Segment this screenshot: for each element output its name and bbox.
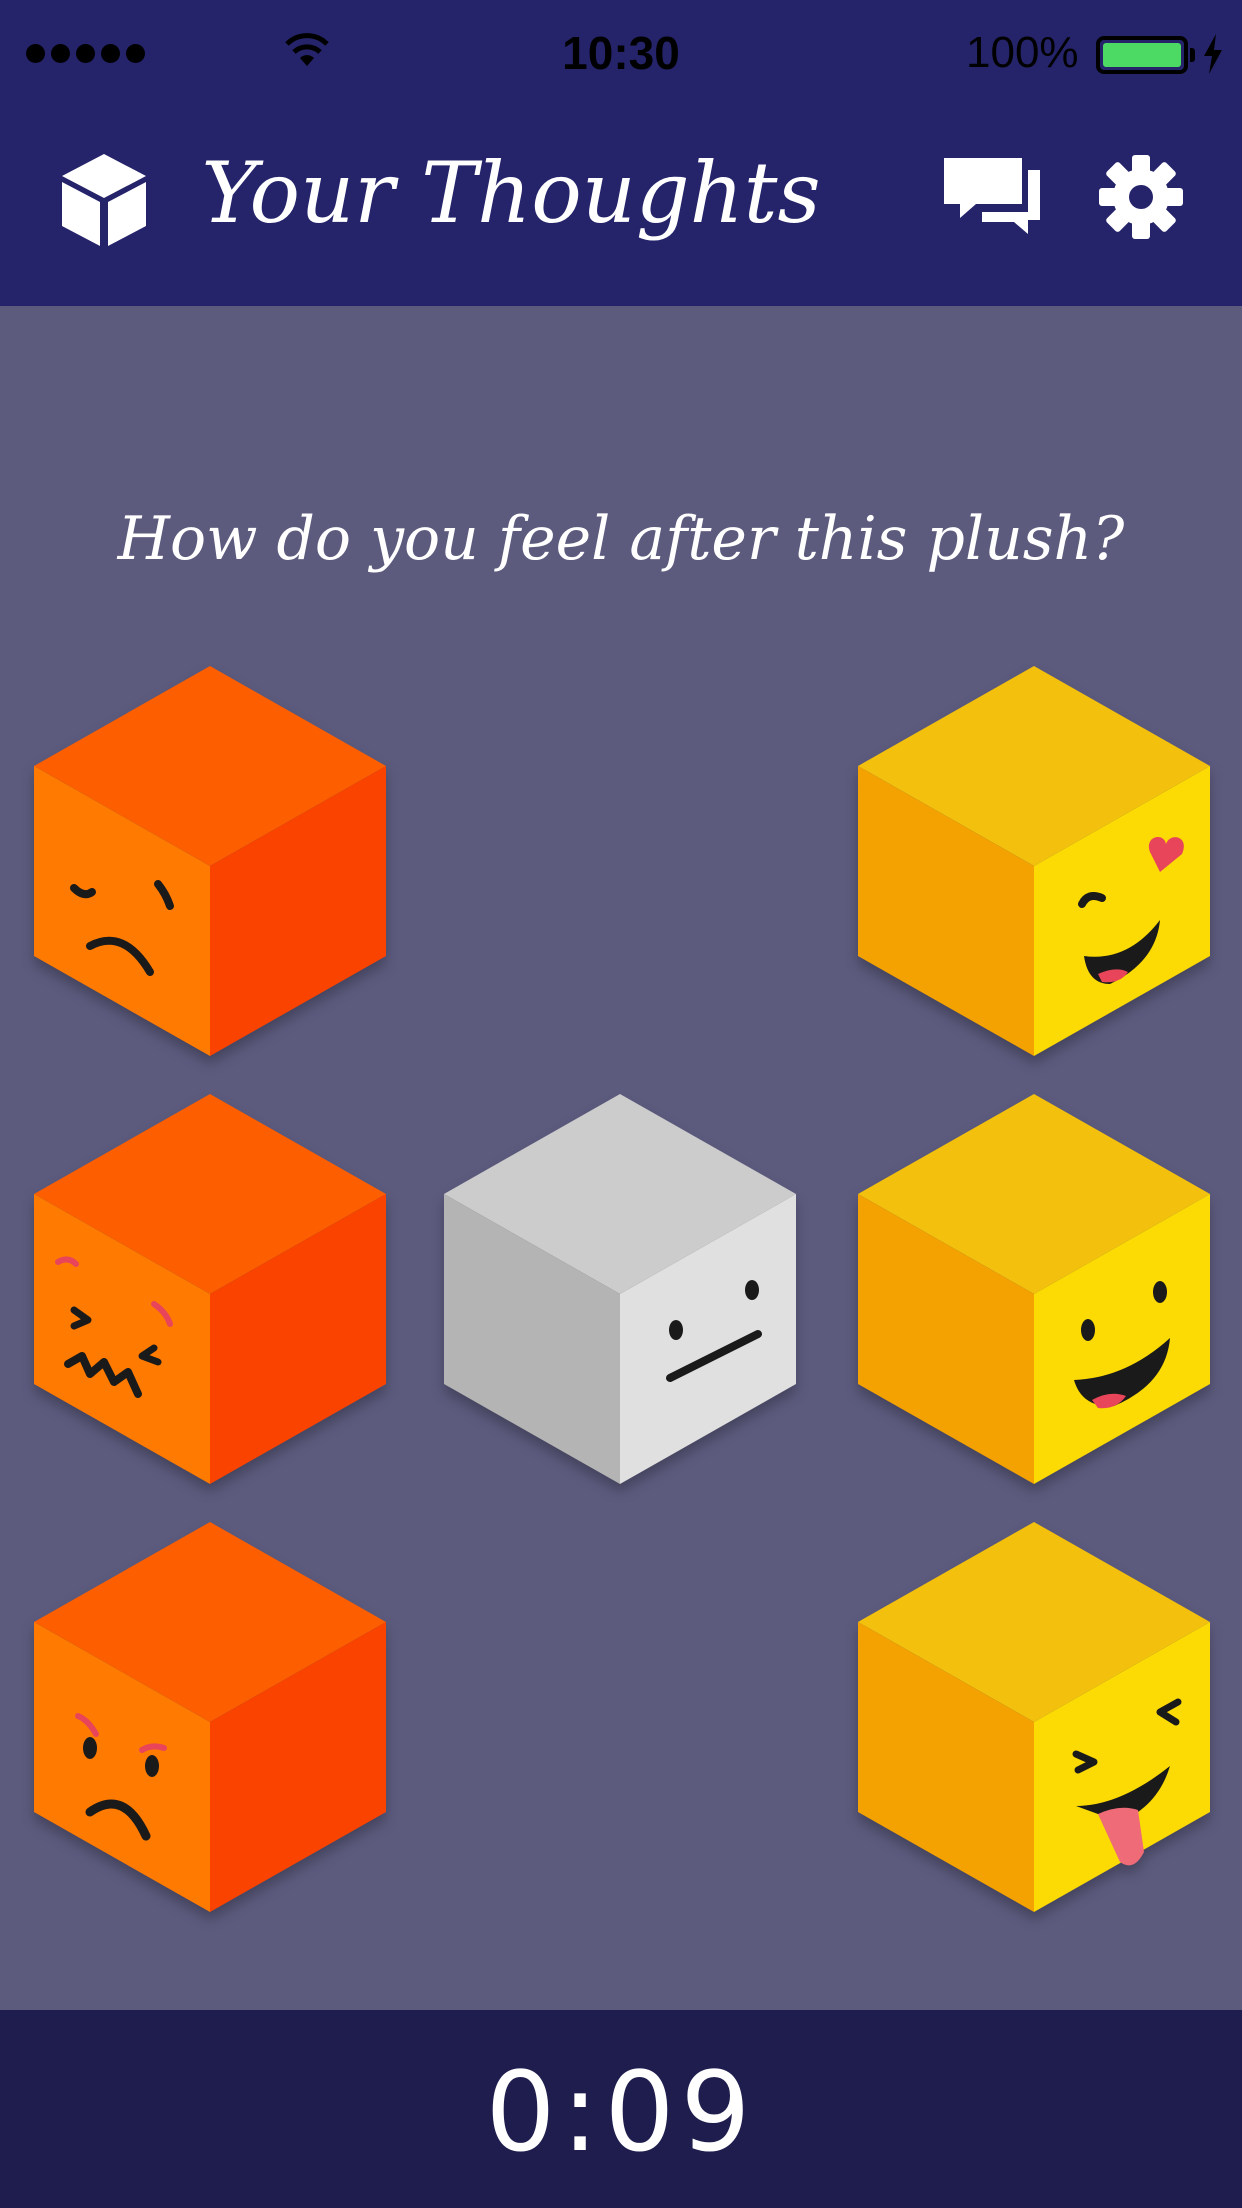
mood-cube-neutral[interactable] [444, 1094, 796, 1484]
battery-icon [1096, 36, 1188, 74]
timer-bar: 0:09 [0, 2010, 1242, 2208]
mood-cube-angry[interactable] [34, 1522, 386, 1912]
elapsed-timer: 0:09 [485, 2048, 757, 2176]
mood-cube-worried[interactable] [34, 666, 386, 1056]
mood-cube-happy[interactable] [858, 1094, 1210, 1484]
battery-percentage: 100% [966, 28, 1079, 77]
charging-icon [1204, 34, 1222, 74]
gear-icon[interactable] [1098, 154, 1184, 240]
mood-cube-love[interactable] [858, 666, 1210, 1056]
mood-cube-playful[interactable] [858, 1522, 1210, 1912]
nav-bar: Your Thoughts [0, 110, 1242, 306]
chat-icon[interactable] [942, 154, 1042, 244]
mood-question: How do you feel after this plush? [117, 504, 1125, 574]
battery-tip [1190, 48, 1195, 62]
status-bar: 10:30 100% [0, 0, 1242, 110]
mood-cube-dizzy[interactable] [34, 1094, 386, 1484]
